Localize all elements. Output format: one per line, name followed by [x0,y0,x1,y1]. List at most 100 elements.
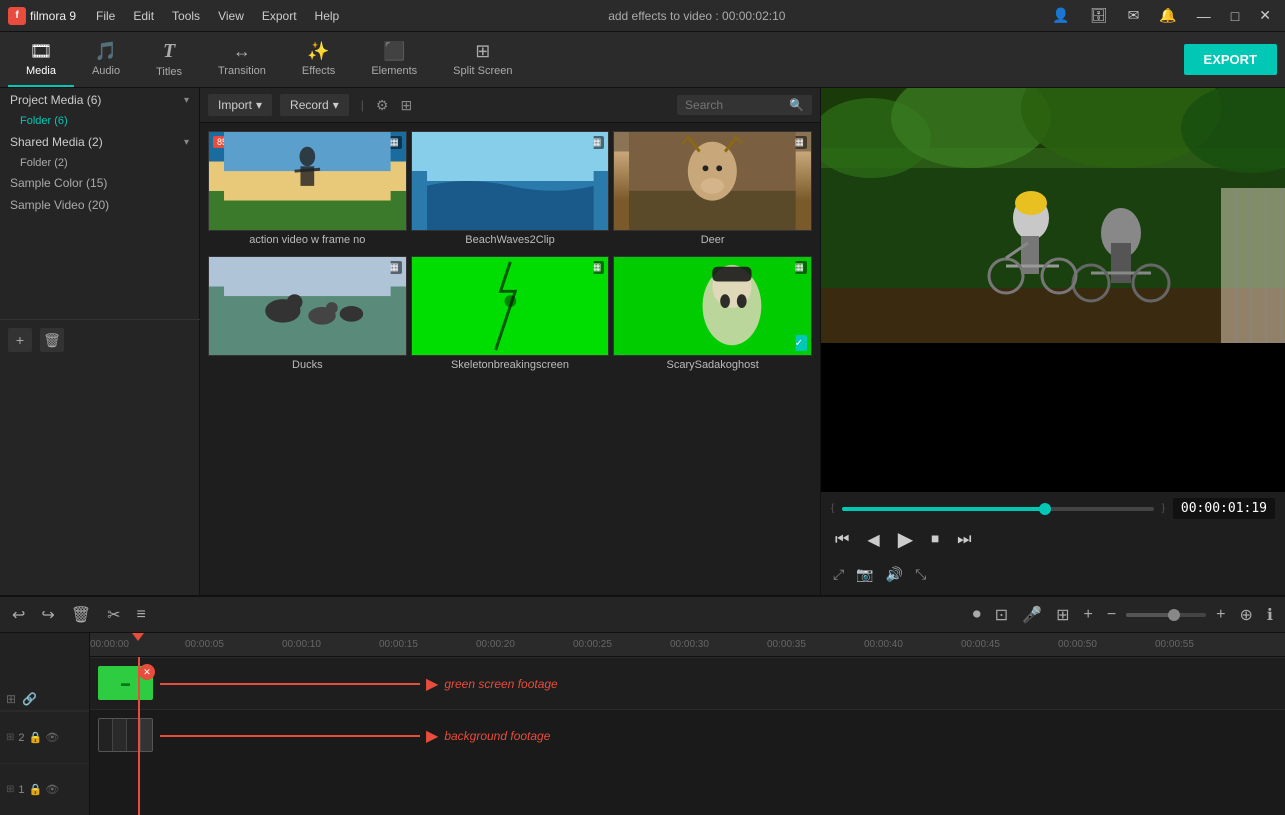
snapshot-icon[interactable]: 📷 [854,564,875,585]
rewind-button[interactable]: ◀ [863,528,883,552]
zoom-slider[interactable] [1126,613,1206,617]
menu-tools[interactable]: Tools [164,7,208,25]
preview-buttons: ⏮ ◀ ▶ ⏹ ⏭ [831,525,1275,554]
titlebar-left: f filmora 9 File Edit Tools View Export … [8,7,347,25]
maximize-button[interactable]: □ [1225,6,1245,26]
timeline-area: ↩ ↪ 🗑 ✂ ≡ ⏺ ⊡ 🎤 ⊞ + − + ⊕ ℹ ⊞ 🔗 [0,595,1285,815]
menu-edit[interactable]: Edit [125,7,162,25]
tool-splitscreen[interactable]: ⊞ Split Screen [435,32,530,87]
fit-screen-icon[interactable]: ⤡ [913,564,928,585]
menu-export[interactable]: Export [254,7,305,25]
grid-icon[interactable]: ⊞ [400,97,412,114]
background-arrow: ▶ background footage [160,726,550,746]
green-clip[interactable]: ▬ ✕ [98,666,153,700]
tl-crop-button[interactable]: ⊡ [991,603,1012,627]
track-2-lock-icon[interactable]: 🔒 [29,731,43,744]
record-arrow-icon: ▾ [333,98,339,112]
splitscreen-icon: ⊞ [475,41,490,62]
tl-add-button[interactable]: + [1079,604,1096,626]
track-1-number: 1 [18,784,24,796]
title-text: add effects to video : 00:00:02:10 [608,9,785,23]
delete-folder-button[interactable]: 🗑 [40,328,64,352]
media-item-scary[interactable]: ▦ ✓ ScarySadakoghost [613,256,812,377]
track-2-eye-icon[interactable]: 👁 [45,731,59,744]
media-thumb-ducks: ▦ [208,256,407,356]
progress-bar[interactable] [842,507,1153,511]
menu-view[interactable]: View [210,7,252,25]
filter-icon[interactable]: ⚙ [376,97,389,114]
clip-x-button[interactable]: ✕ [139,664,155,680]
search-input[interactable] [685,98,785,112]
tool-elements[interactable]: ⬛ Elements [353,32,435,87]
prev-frame-button[interactable]: ⏮ [831,529,853,551]
close-button[interactable]: ✕ [1253,5,1277,26]
sidebar-item-folder-2[interactable]: Folder (2) [0,154,199,172]
export-button[interactable]: EXPORT [1184,44,1277,75]
media-thumb-action: 854 ▦ [208,131,407,231]
tool-titles[interactable]: T Titles [138,32,200,87]
tool-transition-label: Transition [218,65,266,77]
preview-controls: { } 00:00:01:19 ⏮ ◀ ▶ ⏹ ⏭ ⤢ 📷 🔊 ⤡ [821,492,1285,595]
track-1-lock-icon[interactable]: 🔒 [29,783,43,796]
media-item-beach[interactable]: ▦ BeachWaves2Clip [411,131,610,252]
media-item-skeleton[interactable]: ▦ Skeletonbreakingscreen [411,256,610,377]
audio-icon: 🎵 [95,41,117,62]
menu-help[interactable]: Help [307,7,348,25]
tl-zoom-out-button[interactable]: − [1103,604,1120,626]
timeline-ruler[interactable]: 00:00:00 00:00:05 00:00:10 00:00:15 00:0… [90,633,1285,657]
tl-record-button[interactable]: ⏺ [969,604,985,626]
media-item-action[interactable]: 854 ▦ action video w frame no [208,131,407,252]
minimize-button[interactable]: — [1191,6,1217,26]
media-item-deer[interactable]: ▦ [613,131,812,252]
new-folder-button[interactable]: + [8,328,32,352]
media-item-ducks[interactable]: ▦ Ducks [208,256,407,377]
tool-titles-label: Titles [156,66,182,78]
record-button[interactable]: Record ▾ [280,94,349,116]
menu-file[interactable]: File [88,7,123,25]
track-1-eye-icon[interactable]: 👁 [45,783,59,796]
tool-effects[interactable]: ✨ Effects [284,32,353,87]
media-panel: Import ▾ Record ▾ | ⚙ ⊞ 🔍 854 ▦ [200,88,820,595]
tl-layers-button[interactable]: ⊞ [1052,603,1073,627]
tool-media[interactable]: 🎞 Media [8,32,74,87]
link-icon[interactable]: 🔗 [22,692,37,706]
tool-transition[interactable]: ↔ Transition [200,32,284,87]
green-arrow-line [160,683,420,685]
play-button[interactable]: ▶ [894,525,917,554]
account-icon[interactable]: 👤 [1046,5,1075,26]
next-frame-button[interactable]: ⏭ [953,529,975,551]
tl-mic-button[interactable]: 🎤 [1018,603,1046,627]
redo-button[interactable]: ↪ [37,603,58,627]
undo-button[interactable]: ↩ [8,603,29,627]
snap-icon[interactable]: ⊞ [6,692,16,706]
volume-icon[interactable]: 🔊 [884,564,905,585]
tl-info-button[interactable]: ℹ [1263,603,1277,627]
mail-icon[interactable]: ✉ [1122,5,1146,26]
cut-button[interactable]: ✂ [103,603,124,627]
settings-button[interactable]: ≡ [133,604,150,626]
tl-add-track-button[interactable]: ⊕ [1236,603,1257,627]
preview-extra-controls: ⤢ 📷 🔊 ⤡ [831,560,1275,589]
tool-media-label: Media [26,65,56,77]
media-label-action: action video w frame no [208,231,407,252]
sidebar-item-shared-media[interactable]: Shared Media (2) ▾ [0,130,199,154]
stop-button[interactable]: ⏹ [927,529,943,551]
media-label-deer: Deer [613,231,812,252]
notification-icon[interactable]: 🔔 [1153,5,1182,26]
tool-audio[interactable]: 🎵 Audio [74,32,138,87]
sidebar-item-folder-6[interactable]: Folder (6) [0,112,199,130]
sidebar-item-sample-video[interactable]: Sample Video (20) [0,194,199,216]
sidebar-item-project-media[interactable]: Project Media (6) ▾ [0,88,199,112]
green-clip-label: ▬ [121,678,130,688]
film-frame-2 [113,719,127,751]
import-button[interactable]: Import ▾ [208,94,272,116]
folder-icon[interactable]: 🗄 [1084,5,1114,26]
delete-clip-button[interactable]: 🗑 [67,603,95,627]
fullscreen-icon[interactable]: ⤢ [831,564,846,585]
background-clip[interactable] [98,718,153,752]
sidebar-item-sample-color[interactable]: Sample Color (15) [0,172,199,194]
ruler-mark-50: 00:00:50 [1058,639,1097,650]
tl-zoom-in-button[interactable]: + [1212,604,1229,626]
track-2-controls: 🔒 👁 [29,731,60,744]
ruler-mark-35: 00:00:35 [767,639,806,650]
